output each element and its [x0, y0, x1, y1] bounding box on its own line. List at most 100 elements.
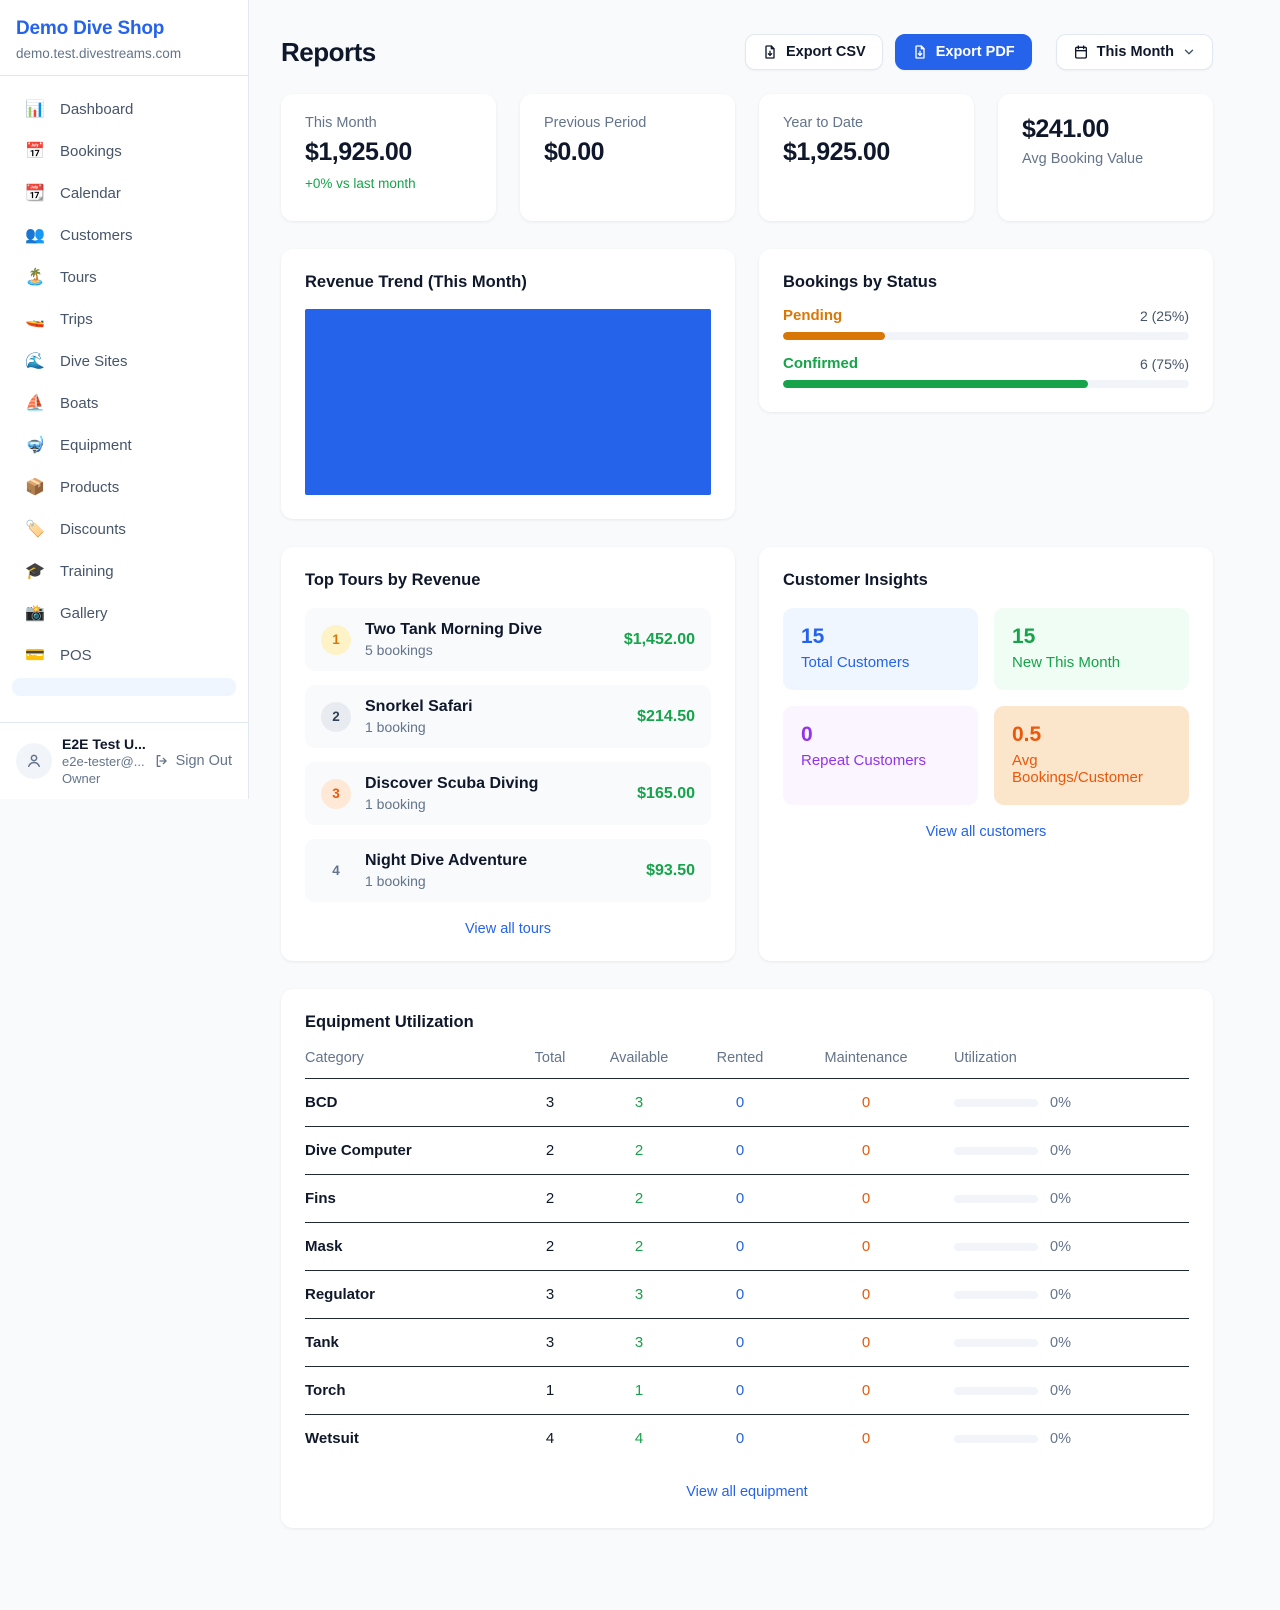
nav-item-icon: 🤿	[24, 435, 46, 455]
nav-item-label: Trips	[60, 311, 93, 328]
insight-tile: 0 Repeat Customers	[783, 706, 978, 805]
rank-badge: 4	[321, 856, 351, 886]
column-header-available: Available	[588, 1050, 690, 1079]
tour-name: Snorkel Safari	[365, 698, 473, 716]
tour-list-item[interactable]: 1 Two Tank Morning Dive 5 bookings $1,45…	[305, 608, 711, 671]
view-all-equipment-link[interactable]: View all equipment	[305, 1484, 1189, 1500]
cell-category: BCD	[305, 1079, 512, 1127]
utilization-percent: 0%	[1050, 1287, 1071, 1303]
nav-item-label: Gallery	[60, 605, 108, 622]
cell-rented: 0	[690, 1223, 790, 1271]
top-tours-title: Top Tours by Revenue	[305, 571, 711, 590]
cell-rented: 0	[690, 1415, 790, 1462]
cell-maintenance: 0	[790, 1415, 942, 1462]
utilization-progress-track	[954, 1339, 1038, 1347]
stat-value: $1,925.00	[305, 138, 472, 167]
cell-category: Dive Computer	[305, 1127, 512, 1175]
cell-available: 2	[588, 1127, 690, 1175]
sidebar-nav-item[interactable]: 🤿 Equipment	[12, 426, 236, 464]
status-progress-track	[783, 332, 1189, 340]
nav-item-icon: 📸	[24, 603, 46, 623]
tour-name: Two Tank Morning Dive	[365, 621, 542, 639]
equipment-utilization-title: Equipment Utilization	[305, 1013, 1189, 1032]
stat-label: This Month	[305, 115, 472, 131]
cell-total: 2	[512, 1175, 588, 1223]
period-selector[interactable]: This Month	[1056, 34, 1213, 70]
tour-bookings: 1 booking	[365, 719, 473, 735]
sidebar-nav-item[interactable]: 💳 POS	[12, 636, 236, 674]
utilization-percent: 0%	[1050, 1143, 1071, 1159]
utilization-percent: 0%	[1050, 1335, 1071, 1351]
shop-domain: demo.test.divestreams.com	[16, 46, 232, 61]
column-header-maintenance: Maintenance	[790, 1050, 942, 1079]
cell-rented: 0	[690, 1127, 790, 1175]
insight-value: 0	[801, 723, 960, 747]
sidebar-nav-item[interactable]: ⛵ Boats	[12, 384, 236, 422]
insight-value: 15	[801, 625, 960, 649]
tour-list-item[interactable]: 2 Snorkel Safari 1 booking $214.50	[305, 685, 711, 748]
cell-available: 2	[588, 1175, 690, 1223]
tour-revenue: $93.50	[646, 862, 695, 880]
shop-name: Demo Dive Shop	[16, 18, 232, 40]
nav-item-label: Tours	[60, 269, 97, 286]
charts-row: Revenue Trend (This Month) Bookings by S…	[281, 249, 1213, 519]
status-row: Pending 2 (25%)	[783, 307, 1189, 340]
utilization-percent: 0%	[1050, 1191, 1071, 1207]
tour-info: Two Tank Morning Dive 5 bookings	[365, 621, 542, 658]
rank-badge: 2	[321, 702, 351, 732]
cell-total: 2	[512, 1223, 588, 1271]
cell-available: 2	[588, 1223, 690, 1271]
status-rows: Pending 2 (25%) Confirmed 6 (75%)	[783, 307, 1189, 388]
sidebar-nav-item[interactable]: 🌊 Dive Sites	[12, 342, 236, 380]
sidebar-nav-item[interactable]: 📅 Bookings	[12, 132, 236, 170]
sidebar: Demo Dive Shop demo.test.divestreams.com…	[0, 0, 249, 799]
calendar-icon	[1073, 44, 1089, 60]
insight-tile: 15 New This Month	[994, 608, 1189, 690]
nav-item-icon: 📊	[24, 99, 46, 119]
user-icon	[25, 752, 43, 770]
view-all-tours-link[interactable]: View all tours	[305, 921, 711, 937]
status-value: 2 (25%)	[1140, 308, 1189, 324]
nav-item-icon: 🏝️	[24, 267, 46, 287]
equipment-utilization-card: Equipment Utilization Category Total Ava…	[281, 989, 1213, 1528]
sidebar-nav-item[interactable]: 📆 Calendar	[12, 174, 236, 212]
sign-out-button[interactable]: Sign Out	[154, 753, 232, 769]
nav-item-label: Equipment	[60, 437, 132, 454]
utilization-progress-track	[954, 1387, 1038, 1395]
tour-name: Night Dive Adventure	[365, 852, 527, 870]
tour-list-item[interactable]: 3 Discover Scuba Diving 1 booking $165.0…	[305, 762, 711, 825]
revenue-trend-chart	[305, 309, 711, 495]
sidebar-nav-item[interactable]: 🚤 Trips	[12, 300, 236, 338]
sidebar-nav-item[interactable]: 📊 Dashboard	[12, 90, 236, 128]
file-download-icon	[762, 44, 778, 60]
sidebar-item-reports-active[interactable]	[12, 678, 236, 696]
bookings-by-status-title: Bookings by Status	[783, 273, 1189, 292]
insight-tiles: 15 Total Customers 15 New This Month 0 R…	[783, 608, 1189, 805]
page-title: Reports	[281, 37, 376, 68]
sidebar-nav-item[interactable]: 📦 Products	[12, 468, 236, 506]
sidebar-nav-item[interactable]: 🏝️ Tours	[12, 258, 236, 296]
tour-list-item[interactable]: 4 Night Dive Adventure 1 booking $93.50	[305, 839, 711, 902]
sidebar-nav-item[interactable]: 👥 Customers	[12, 216, 236, 254]
sidebar-nav-item[interactable]: 📸 Gallery	[12, 594, 236, 632]
nav-item-label: Dive Sites	[60, 353, 128, 370]
insight-value: 15	[1012, 625, 1171, 649]
chevron-down-icon	[1182, 45, 1196, 59]
nav-item-icon: 📆	[24, 183, 46, 203]
sidebar-nav-item[interactable]: 🎓 Training	[12, 552, 236, 590]
tour-info: Night Dive Adventure 1 booking	[365, 852, 527, 889]
cell-utilization: 0%	[942, 1176, 1189, 1223]
table-row: Dive Computer 2 2 0 0 0%	[305, 1127, 1189, 1175]
export-csv-button[interactable]: Export CSV	[745, 34, 883, 70]
cell-maintenance: 0	[790, 1367, 942, 1415]
export-pdf-button[interactable]: Export PDF	[895, 34, 1032, 70]
equipment-table-header: Category Total Available Rented Maintena…	[305, 1050, 1189, 1079]
cell-category: Regulator	[305, 1271, 512, 1319]
cell-category: Mask	[305, 1223, 512, 1271]
view-all-customers-link[interactable]: View all customers	[783, 824, 1189, 840]
cell-available: 1	[588, 1367, 690, 1415]
utilization-progress-track	[954, 1435, 1038, 1443]
sidebar-nav-item[interactable]: 🏷️ Discounts	[12, 510, 236, 548]
revenue-trend-title: Revenue Trend (This Month)	[305, 273, 711, 292]
stat-year-to-date: Year to Date $1,925.00	[759, 94, 974, 221]
